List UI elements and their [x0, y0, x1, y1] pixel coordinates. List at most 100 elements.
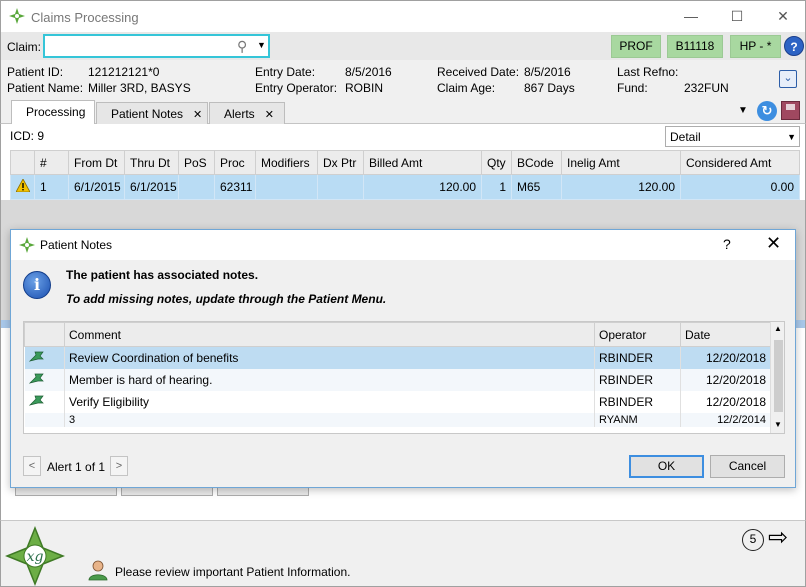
table-row[interactable]: 3 RYANM 12/2/2014: [24, 412, 771, 427]
tab-patient-notes[interactable]: Patient Notes ✕: [96, 102, 208, 124]
search-icon[interactable]: ⚲: [237, 38, 247, 55]
tab-alerts[interactable]: Alerts ✕: [209, 102, 285, 124]
column-header[interactable]: PoS: [178, 150, 215, 175]
warning-icon: [10, 174, 35, 200]
app-logo-icon: [9, 8, 25, 24]
window-title: Claims Processing: [31, 10, 139, 25]
scroll-up-icon[interactable]: ▲: [774, 324, 782, 333]
app-logo-icon: [19, 237, 35, 253]
column-header[interactable]: Comment: [64, 322, 595, 347]
chevron-down-icon: ▼: [787, 132, 796, 142]
fund-label: Fund:: [617, 81, 648, 95]
column-header[interactable]: Modifiers: [255, 150, 318, 175]
column-header[interactable]: [24, 322, 65, 347]
patient-id-label: Patient ID:: [7, 65, 64, 79]
dialog-title: Patient Notes: [40, 238, 113, 252]
minimize-button[interactable]: —: [668, 1, 714, 31]
column-header[interactable]: Thru Dt: [124, 150, 179, 175]
next-alert-button[interactable]: >: [110, 456, 128, 476]
save-icon[interactable]: [781, 101, 800, 120]
table-row[interactable]: 1 6/1/2015 6/1/2015 62311 120.00 1 M65 1…: [10, 174, 800, 200]
vertical-scrollbar[interactable]: ▲ ▼: [770, 322, 784, 433]
inelig-amount: 120.00: [561, 174, 681, 200]
claim-age-value: 867 Days: [524, 81, 575, 95]
dialog-title-bar: Patient Notes ? ✕: [11, 230, 795, 260]
dialog-close-button[interactable]: ✕: [766, 233, 781, 254]
note-operator: RYANM: [594, 412, 681, 427]
pushpin-icon: [24, 368, 65, 391]
line-number: 1: [34, 174, 69, 200]
scroll-down-icon[interactable]: ▼: [774, 420, 782, 429]
ok-button[interactable]: OK: [629, 455, 704, 478]
refresh-icon[interactable]: ↻: [757, 101, 777, 121]
column-header[interactable]: Proc: [214, 150, 256, 175]
tab-label: Processing: [26, 105, 86, 119]
cancel-button[interactable]: Cancel: [710, 455, 785, 478]
considered-amount: 0.00: [680, 174, 800, 200]
patient-info-panel: Patient ID: 121212121*0 Patient Name: Mi…: [0, 60, 806, 98]
table-row[interactable]: Verify Eligibility RBINDER 12/20/2018: [24, 390, 771, 413]
column-header[interactable]: Qty: [481, 150, 512, 175]
view-select[interactable]: Detail ▼: [665, 126, 800, 147]
note-date: 12/20/2018: [680, 346, 771, 369]
tab-processing[interactable]: Processing: [11, 100, 95, 124]
tab-bar: Processing Patient Notes ✕ Alerts ✕ ▼ ↻: [0, 98, 806, 124]
prof-button[interactable]: PROF: [611, 35, 661, 58]
hp-button[interactable]: HP - *: [730, 35, 781, 58]
column-header[interactable]: #: [34, 150, 69, 175]
column-header[interactable]: Operator: [594, 322, 681, 347]
scroll-thumb[interactable]: [774, 340, 783, 412]
svg-text:xg: xg: [27, 549, 44, 565]
table-row[interactable]: Member is hard of hearing. RBINDER 12/20…: [24, 368, 771, 391]
plan-button[interactable]: B11118: [667, 35, 723, 58]
xg-logo-icon: xg: [5, 526, 65, 586]
entry-operator-value: ROBIN: [345, 81, 384, 95]
column-header[interactable]: Billed Amt: [363, 150, 482, 175]
column-header[interactable]: Dx Ptr: [317, 150, 364, 175]
dialog-help-button[interactable]: ?: [723, 236, 731, 252]
help-icon[interactable]: ?: [784, 36, 804, 56]
dialog-message-title: The patient has associated notes.: [66, 268, 259, 282]
pushpin-icon: [24, 390, 65, 413]
close-tab-icon[interactable]: ✕: [265, 109, 274, 121]
alert-counter: Alert 1 of 1: [47, 460, 106, 474]
note-operator: RBINDER: [594, 368, 681, 391]
claim-label: Claim:: [7, 40, 42, 54]
claim-search-input[interactable]: ⚲ ▼: [43, 34, 270, 58]
column-header[interactable]: Date: [680, 322, 771, 347]
billed-amount: 120.00: [363, 174, 482, 200]
column-header[interactable]: Inelig Amt: [561, 150, 681, 175]
pushpin-icon: [24, 346, 65, 369]
column-header[interactable]: BCode: [511, 150, 562, 175]
note-operator: RBINDER: [594, 346, 681, 369]
thru-date: 6/1/2015: [124, 174, 179, 200]
patient-name-label: Patient Name:: [7, 81, 84, 95]
column-header[interactable]: From Dt: [68, 150, 125, 175]
claim-age-label: Claim Age:: [437, 81, 496, 95]
note-date: 12/20/2018: [680, 390, 771, 413]
note-comment: Verify Eligibility: [64, 390, 595, 413]
note-comment: Review Coordination of benefits: [64, 346, 595, 369]
claim-toolbar: Claim: ⚲ ▼ PROF B11118 HP - * ?: [0, 32, 806, 60]
close-window-button[interactable]: ✕: [760, 1, 806, 31]
note-operator: RBINDER: [594, 390, 681, 413]
chevron-down-icon[interactable]: ▼: [257, 40, 266, 50]
status-message: Please review important Patient Informat…: [115, 565, 351, 579]
expand-info-button[interactable]: ⌄: [779, 70, 797, 88]
alert-count-badge[interactable]: 5: [742, 529, 764, 551]
tab-menu-icon[interactable]: ▼: [738, 105, 748, 116]
table-row[interactable]: Review Coordination of benefits RBINDER …: [24, 346, 771, 369]
column-header[interactable]: [10, 150, 35, 175]
previous-alert-button[interactable]: <: [23, 456, 41, 476]
arrow-right-icon[interactable]: ⇨: [768, 525, 788, 551]
bcode: M65: [511, 174, 562, 200]
note-comment: Member is hard of hearing.: [64, 368, 595, 391]
entry-operator-label: Entry Operator:: [255, 81, 338, 95]
notes-grid: Comment Operator Date Review Coordinatio…: [23, 321, 785, 434]
column-header[interactable]: Considered Amt: [680, 150, 800, 175]
maximize-button[interactable]: ☐: [714, 1, 760, 31]
close-tab-icon[interactable]: ✕: [193, 109, 202, 121]
proc-code: 62311: [214, 174, 256, 200]
quantity: 1: [481, 174, 512, 200]
icd-label: ICD: 9: [10, 129, 45, 143]
